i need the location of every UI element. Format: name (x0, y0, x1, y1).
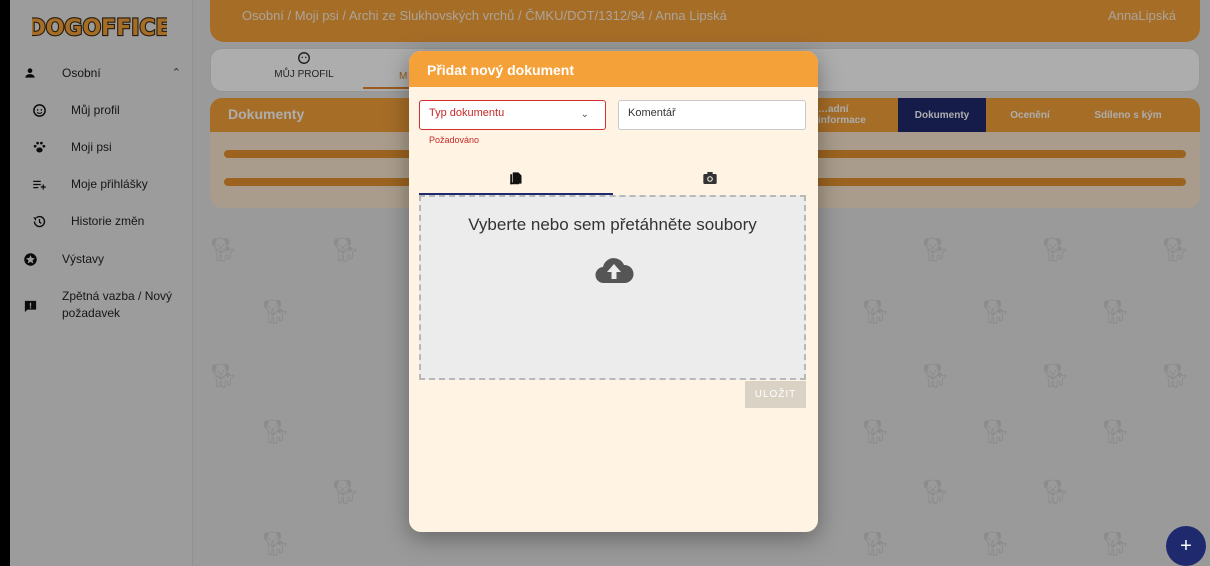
comment-field[interactable]: Komentář (618, 100, 806, 130)
required-error-text: Požadováno (429, 135, 480, 145)
cloud-upload-icon (595, 258, 634, 284)
chevron-down-icon: ⌄ (580, 109, 589, 120)
dialog-title: Přidat nový dokument (409, 51, 818, 87)
file-copy-icon (509, 172, 521, 185)
document-type-select[interactable]: Typ dokumentu ⌄ (419, 100, 606, 130)
camera-icon (703, 172, 717, 184)
add-fab-button[interactable]: + (1166, 526, 1206, 566)
tab-camera[interactable] (613, 163, 807, 193)
file-dropzone[interactable]: Vyberte nebo sem přetáhněte soubory (419, 195, 806, 380)
add-document-dialog: Přidat nový dokument Typ dokumentu ⌄ Pož… (409, 51, 818, 532)
save-button[interactable]: ULOŽIT (745, 381, 806, 408)
app-frame: DOGOFFICE Osobní ⌃ Můj profil Moji psi M… (10, 0, 1210, 566)
tab-file-upload[interactable] (419, 163, 613, 193)
document-type-placeholder: Typ dokumentu (429, 107, 505, 119)
comment-placeholder: Komentář (628, 107, 676, 119)
dropzone-text: Vyberte nebo sem přetáhněte soubory (468, 215, 757, 234)
